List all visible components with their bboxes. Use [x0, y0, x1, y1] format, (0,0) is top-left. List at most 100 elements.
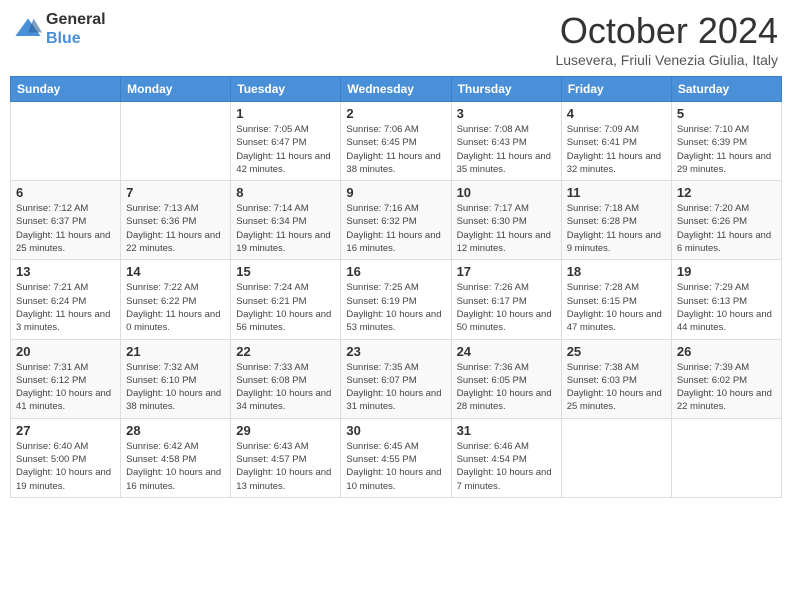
calendar-cell: 9Sunrise: 7:16 AMSunset: 6:32 PMDaylight… — [341, 181, 451, 260]
day-number: 10 — [457, 185, 556, 200]
day-header-monday: Monday — [121, 77, 231, 102]
day-number: 12 — [677, 185, 776, 200]
calendar-cell: 6Sunrise: 7:12 AMSunset: 6:37 PMDaylight… — [11, 181, 121, 260]
day-info: Sunrise: 7:29 AMSunset: 6:13 PMDaylight:… — [677, 281, 776, 334]
day-info: Sunrise: 7:18 AMSunset: 6:28 PMDaylight:… — [567, 202, 666, 255]
calendar-cell: 2 Sunrise: 7:06 AMSunset: 6:45 PMDaylight… — [341, 102, 451, 181]
calendar-cell — [121, 102, 231, 181]
day-info: Sunrise: 6:46 AMSunset: 4:54 PMDaylight:… — [457, 440, 556, 493]
day-number: 31 — [457, 423, 556, 438]
day-number: 18 — [567, 264, 666, 279]
day-number: 17 — [457, 264, 556, 279]
calendar-cell: 29 Sunrise: 6:43 AMSunset: 4:57 PMDayligh… — [231, 418, 341, 497]
day-info: Sunrise: 7:39 AMSunset: 6:02 PMDaylight:… — [677, 361, 776, 414]
calendar-header-row: SundayMondayTuesdayWednesdayThursdayFrid… — [11, 77, 782, 102]
day-info: Sunrise: 7:22 AMSunset: 6:22 PMDaylight:… — [126, 281, 225, 334]
calendar-cell: 7Sunrise: 7:13 AMSunset: 6:36 PMDaylight… — [121, 181, 231, 260]
day-number: 28 — [126, 423, 225, 438]
calendar-cell: 3Sunrise: 7:08 AMSunset: 6:43 PMDaylight… — [451, 102, 561, 181]
day-number: 8 — [236, 185, 335, 200]
calendar-week-1: 1 Sunrise: 7:05 AMSunset: 6:47 PMDaylight… — [11, 102, 782, 181]
calendar-cell: 1 Sunrise: 7:05 AMSunset: 6:47 PMDaylight… — [231, 102, 341, 181]
calendar-cell: 31 Sunrise: 6:46 AMSunset: 4:54 PMDayligh… — [451, 418, 561, 497]
calendar-cell: 15Sunrise: 7:24 AMSunset: 6:21 PMDayligh… — [231, 260, 341, 339]
day-header-tuesday: Tuesday — [231, 77, 341, 102]
day-info: Sunrise: 7:25 AMSunset: 6:19 PMDaylight:… — [346, 281, 445, 334]
day-number: 7 — [126, 185, 225, 200]
calendar-cell: 23 Sunrise: 7:35 AMSunset: 6:07 PMDayligh… — [341, 339, 451, 418]
day-info: Sunrise: 7:31 AMSunset: 6:12 PMDaylight:… — [16, 361, 115, 414]
day-header-friday: Friday — [561, 77, 671, 102]
page-header: General Blue October 2024 Lusevera, Friu… — [10, 10, 782, 68]
day-info: Sunrise: 7:20 AMSunset: 6:26 PMDaylight:… — [677, 202, 776, 255]
day-number: 25 — [567, 344, 666, 359]
day-info: Sunrise: 7:21 AMSunset: 6:24 PMDaylight:… — [16, 281, 115, 334]
calendar-cell: 8Sunrise: 7:14 AMSunset: 6:34 PMDaylight… — [231, 181, 341, 260]
day-info: Sunrise: 7:17 AMSunset: 6:30 PMDaylight:… — [457, 202, 556, 255]
calendar-cell: 10 Sunrise: 7:17 AMSunset: 6:30 PMDayligh… — [451, 181, 561, 260]
day-number: 13 — [16, 264, 115, 279]
calendar-week-2: 6Sunrise: 7:12 AMSunset: 6:37 PMDaylight… — [11, 181, 782, 260]
calendar-cell: 18 Sunrise: 7:28 AMSunset: 6:15 PMDayligh… — [561, 260, 671, 339]
calendar-cell — [671, 418, 781, 497]
day-info: Sunrise: 6:42 AMSunset: 4:58 PMDaylight:… — [126, 440, 225, 493]
day-number: 5 — [677, 106, 776, 121]
day-number: 21 — [126, 344, 225, 359]
day-header-sunday: Sunday — [11, 77, 121, 102]
calendar-cell — [561, 418, 671, 497]
day-number: 15 — [236, 264, 335, 279]
day-number: 2 — [346, 106, 445, 121]
day-number: 23 — [346, 344, 445, 359]
day-info: Sunrise: 7:36 AMSunset: 6:05 PMDaylight:… — [457, 361, 556, 414]
calendar-cell: 11 Sunrise: 7:18 AMSunset: 6:28 PMDayligh… — [561, 181, 671, 260]
logo: General Blue — [14, 10, 106, 48]
day-number: 29 — [236, 423, 335, 438]
day-header-wednesday: Wednesday — [341, 77, 451, 102]
calendar-cell: 16 Sunrise: 7:25 AMSunset: 6:19 PMDayligh… — [341, 260, 451, 339]
calendar-cell: 26 Sunrise: 7:39 AMSunset: 6:02 PMDayligh… — [671, 339, 781, 418]
logo-blue: Blue — [46, 29, 106, 48]
day-number: 14 — [126, 264, 225, 279]
day-info: Sunrise: 6:43 AMSunset: 4:57 PMDaylight:… — [236, 440, 335, 493]
calendar-cell: 25 Sunrise: 7:38 AMSunset: 6:03 PMDayligh… — [561, 339, 671, 418]
day-number: 27 — [16, 423, 115, 438]
calendar-cell: 14 Sunrise: 7:22 AMSunset: 6:22 PMDayligh… — [121, 260, 231, 339]
day-number: 22 — [236, 344, 335, 359]
location: Lusevera, Friuli Venezia Giulia, Italy — [555, 52, 778, 68]
title-area: October 2024 Lusevera, Friuli Venezia Gi… — [555, 10, 778, 68]
calendar-cell: 22 Sunrise: 7:33 AMSunset: 6:08 PMDayligh… — [231, 339, 341, 418]
day-info: Sunrise: 7:05 AMSunset: 6:47 PMDaylight:… — [236, 123, 335, 176]
day-info: Sunrise: 7:06 AMSunset: 6:45 PMDaylight:… — [346, 123, 445, 176]
logo-general: General — [46, 10, 106, 29]
day-number: 26 — [677, 344, 776, 359]
day-info: Sunrise: 7:35 AMSunset: 6:07 PMDaylight:… — [346, 361, 445, 414]
calendar-cell: 19 Sunrise: 7:29 AMSunset: 6:13 PMDayligh… — [671, 260, 781, 339]
calendar-week-5: 27 Sunrise: 6:40 AMSunset: 5:00 PMDayligh… — [11, 418, 782, 497]
day-info: Sunrise: 7:09 AMSunset: 6:41 PMDaylight:… — [567, 123, 666, 176]
day-header-thursday: Thursday — [451, 77, 561, 102]
day-number: 19 — [677, 264, 776, 279]
calendar-cell — [11, 102, 121, 181]
day-number: 3 — [457, 106, 556, 121]
day-number: 30 — [346, 423, 445, 438]
calendar-cell: 24Sunrise: 7:36 AMSunset: 6:05 PMDayligh… — [451, 339, 561, 418]
day-header-saturday: Saturday — [671, 77, 781, 102]
day-number: 1 — [236, 106, 335, 121]
day-info: Sunrise: 7:38 AMSunset: 6:03 PMDaylight:… — [567, 361, 666, 414]
logo-icon — [14, 15, 42, 43]
calendar-cell: 21Sunrise: 7:32 AMSunset: 6:10 PMDayligh… — [121, 339, 231, 418]
day-number: 11 — [567, 185, 666, 200]
calendar-week-4: 20Sunrise: 7:31 AMSunset: 6:12 PMDayligh… — [11, 339, 782, 418]
calendar-table: SundayMondayTuesdayWednesdayThursdayFrid… — [10, 76, 782, 498]
day-info: Sunrise: 6:40 AMSunset: 5:00 PMDaylight:… — [16, 440, 115, 493]
month-title: October 2024 — [555, 10, 778, 52]
day-number: 16 — [346, 264, 445, 279]
day-info: Sunrise: 7:33 AMSunset: 6:08 PMDaylight:… — [236, 361, 335, 414]
calendar-cell: 30Sunrise: 6:45 AMSunset: 4:55 PMDayligh… — [341, 418, 451, 497]
calendar-cell: 28 Sunrise: 6:42 AMSunset: 4:58 PMDayligh… — [121, 418, 231, 497]
calendar-cell: 27 Sunrise: 6:40 AMSunset: 5:00 PMDayligh… — [11, 418, 121, 497]
calendar-cell: 13 Sunrise: 7:21 AMSunset: 6:24 PMDayligh… — [11, 260, 121, 339]
day-info: Sunrise: 7:28 AMSunset: 6:15 PMDaylight:… — [567, 281, 666, 334]
day-info: Sunrise: 7:26 AMSunset: 6:17 PMDaylight:… — [457, 281, 556, 334]
day-number: 6 — [16, 185, 115, 200]
